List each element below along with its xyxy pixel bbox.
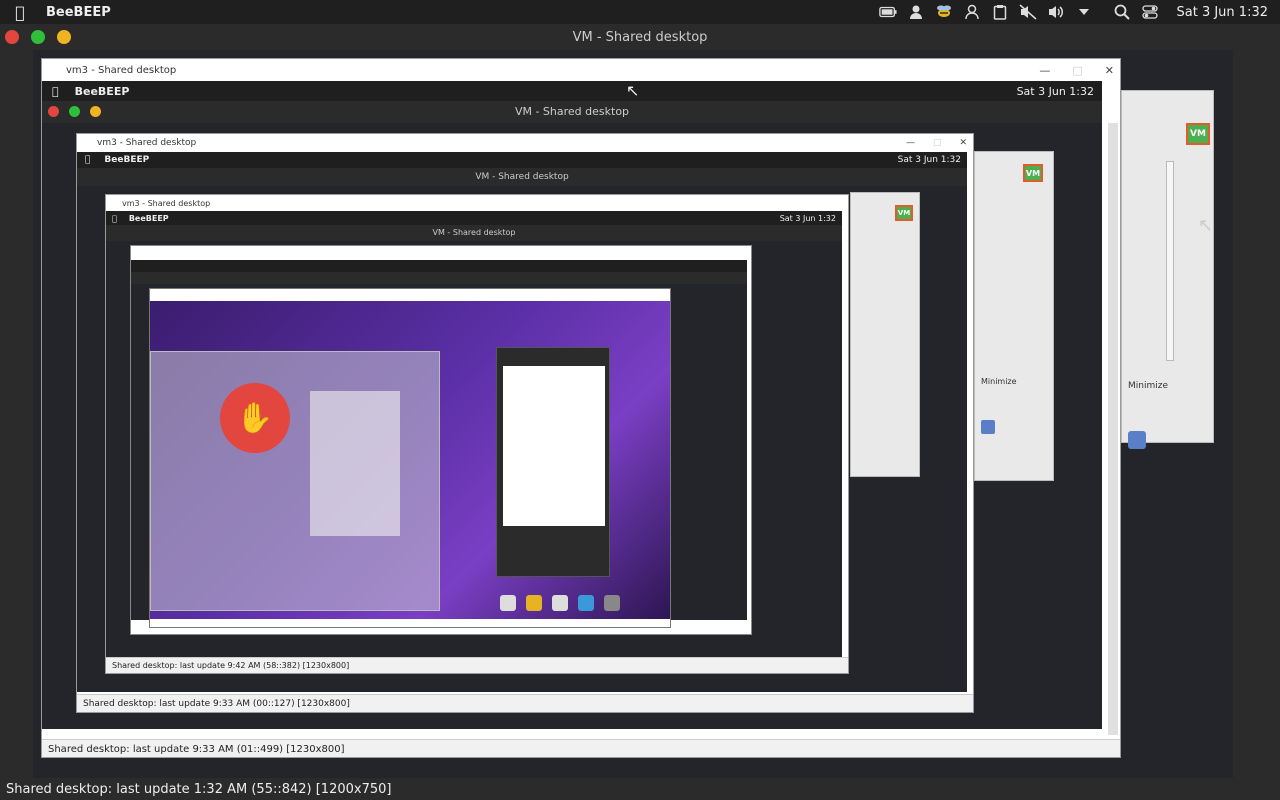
purple-desktop: ✋	[150, 301, 670, 619]
close-button[interactable]	[5, 30, 19, 44]
users-icon[interactable]	[963, 3, 981, 21]
vm3-window-titlebar: vm3 - Shared desktop — □ ✕	[42, 59, 1120, 81]
vertical-scrollbar[interactable]	[1108, 123, 1118, 735]
inner-clock-3: Sat 3 Jun 1:32	[779, 213, 836, 223]
minimize-label[interactable]: Minimize	[1128, 381, 1168, 391]
minimize-icon: —	[905, 138, 915, 148]
close-icon[interactable]: ✕	[1105, 64, 1114, 77]
scrollbar[interactable]	[1166, 161, 1174, 361]
vm-badge: VM	[895, 205, 913, 221]
nested-titlebar-2: vm3 - Shared desktop — □ ✕	[77, 134, 973, 152]
volume-icon[interactable]	[1047, 3, 1065, 21]
mouse-cursor-icon: ↖	[1198, 215, 1214, 236]
battery-icon[interactable]	[878, 3, 897, 21]
dropdown-icon[interactable]	[1075, 3, 1093, 21]
search-icon[interactable]	[1113, 3, 1131, 21]
inner-menu-bar-2:  BeeBEEP Sat 3 Jun 1:32	[77, 152, 967, 168]
vm3-window-title: vm3 - Shared desktop	[66, 64, 177, 76]
dock	[500, 595, 620, 611]
mouse-cursor-icon: ↖	[626, 81, 640, 100]
nested-screen-3:  BeeBEEP Sat 3 Jun 1:32 VM - Shared des…	[106, 211, 842, 659]
dock-app-icon	[500, 595, 516, 611]
side-panel: VM Minimize	[1121, 90, 1214, 449]
vm-badge: VM	[1023, 164, 1043, 182]
beebeep-icon	[526, 595, 542, 611]
window-title: VM - Shared desktop	[572, 29, 708, 45]
clipboard-icon[interactable]	[991, 3, 1009, 21]
clock[interactable]: Sat 3 Jun 1:32	[1177, 5, 1269, 20]
chat-area	[503, 366, 605, 526]
inner-menu-bar-3:  BeeBEEP Sat 3 Jun 1:32	[106, 211, 842, 225]
shared-desktop-view[interactable]: VM Minimize ↖ vm3 - Shared desktop — □ ✕…	[33, 50, 1233, 778]
maximize-icon[interactable]: □	[1072, 64, 1082, 77]
maximize-icon: □	[932, 138, 942, 148]
nested-screen-2:  BeeBEEP Sat 3 Jun 1:32 VM - Shared des…	[77, 152, 967, 692]
apple-icon: 	[52, 85, 59, 98]
side-panel: VM	[850, 192, 920, 477]
inner-window-title-3: VM - Shared desktop	[432, 228, 516, 237]
nested-titlebar-3: vm3 - Shared desktop	[106, 195, 848, 211]
vm3-window[interactable]: vm3 - Shared desktop — □ ✕  BeeBEEP Sat…	[41, 58, 1121, 758]
vm3-screen:  BeeBEEP Sat 3 Jun 1:32 VM - Shared des…	[42, 81, 1102, 729]
status-bar-3: Shared desktop: last update 9:42 AM (58:…	[106, 657, 848, 673]
inner-titlebar-2: VM - Shared desktop	[77, 168, 967, 186]
inner-app-name-3: BeeBEEP	[124, 213, 169, 223]
maximize-button[interactable]	[31, 30, 45, 44]
apple-icon: 	[112, 214, 117, 223]
inner-window-title: VM - Shared desktop	[514, 105, 630, 118]
status-bar: Shared desktop: last update 1:32 AM (55:…	[0, 778, 1280, 800]
inner-titlebar-3: VM - Shared desktop	[106, 225, 842, 241]
inner-titlebar: VM - Shared desktop	[42, 101, 1102, 123]
ghost-window	[310, 391, 400, 536]
nested-screen-4: ✋	[131, 260, 747, 628]
close-dot	[48, 106, 59, 117]
mute-icon[interactable]	[1019, 3, 1037, 21]
inner-menu-bar:  BeeBEEP Sat 3 Jun 1:32	[42, 81, 1102, 101]
minimize-icon[interactable]: —	[1039, 64, 1050, 77]
side-panel: VM Minimize	[974, 151, 1054, 481]
minimize-dot	[90, 106, 101, 117]
window-titlebar: VM - Shared desktop	[0, 24, 1280, 50]
menu-bar:  BeeBEEP Sat 3 Jun 1	[0, 0, 1280, 24]
nested-window-5: ✋	[149, 288, 671, 628]
toggle-icon[interactable]	[1141, 3, 1159, 21]
app-window	[496, 347, 610, 577]
inner-clock-2: Sat 3 Jun 1:32	[897, 155, 961, 165]
system-tray: Sat 3 Jun 1:32	[878, 0, 1280, 24]
dock-app-icon	[552, 595, 568, 611]
inner-app-name: BeeBEEP	[68, 84, 130, 98]
inner-window-title-2: VM - Shared desktop	[475, 172, 569, 182]
maximize-dot	[69, 106, 80, 117]
nested-window-3: vm3 - Shared desktop  BeeBEEP Sat 3 Jun…	[105, 194, 849, 674]
apple-icon: 	[85, 155, 90, 165]
minimize-button[interactable]	[57, 30, 71, 44]
status-bar-2: Shared desktop: last update 9:33 AM (00:…	[77, 694, 973, 712]
nested-title-2: vm3 - Shared desktop	[97, 138, 197, 148]
folder-icon	[578, 595, 594, 611]
close-icon: ✕	[959, 138, 967, 148]
stop-hand-icon: ✋	[220, 383, 290, 453]
nested-window-4: ✋	[130, 245, 752, 635]
minimize-label: Minimize	[981, 377, 1017, 386]
nested-titlebar-5	[150, 289, 670, 301]
vm-badge: VM	[1186, 123, 1210, 145]
nested-title-3: vm3 - Shared desktop	[122, 198, 211, 208]
nested-window-2: vm3 - Shared desktop — □ ✕  BeeBEEP Sat 3…	[76, 133, 974, 713]
save-icon[interactable]	[1128, 431, 1146, 449]
apple-icon[interactable]: 	[8, 3, 32, 22]
status-bar-1: Shared desktop: last update 9:33 AM (01:…	[42, 739, 1120, 757]
trash-icon	[604, 595, 620, 611]
inner-menu-bar-4	[131, 260, 747, 272]
app-name[interactable]: BeeBEEP	[46, 5, 111, 20]
nested-titlebar-4	[131, 246, 751, 260]
inner-titlebar-4	[131, 272, 747, 284]
inner-app-name-2: BeeBEEP	[99, 155, 149, 165]
save-icon	[981, 420, 995, 434]
user-icon[interactable]	[907, 3, 925, 21]
beebeep-icon[interactable]	[935, 3, 953, 21]
inner-clock: Sat 3 Jun 1:32	[1016, 84, 1094, 98]
